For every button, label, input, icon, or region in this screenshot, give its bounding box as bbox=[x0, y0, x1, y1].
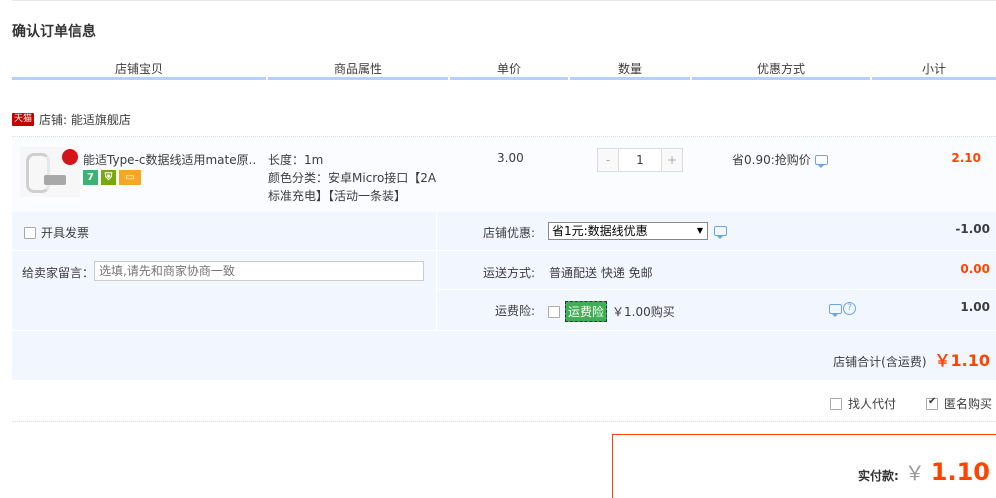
invoice-checkbox[interactable] bbox=[24, 226, 36, 239]
insurance-label: 运费险: bbox=[494, 304, 535, 318]
top-divider bbox=[12, 0, 996, 2]
chat-icon[interactable] bbox=[814, 154, 828, 168]
help-icon[interactable]: ? bbox=[843, 302, 856, 315]
item-title-link[interactable]: 能适Type-c数据线适用mate原... bbox=[83, 151, 255, 168]
item-subtotal: 2.10 bbox=[951, 151, 981, 165]
invoice-option[interactable]: 开具发票 bbox=[24, 224, 89, 241]
message-input[interactable] bbox=[94, 261, 424, 281]
credit-card-icon[interactable]: ▭ bbox=[119, 170, 141, 185]
guarantee-icon[interactable]: ⛨ bbox=[101, 170, 116, 185]
insurance-amount: 1.00 bbox=[960, 300, 990, 314]
column-header-quantity: 数量 bbox=[570, 58, 690, 80]
plug-image bbox=[44, 175, 66, 185]
store-total: 店铺合计(含运费) ￥1.10 bbox=[833, 347, 990, 371]
proxy-pay-option[interactable]: 找人代付 bbox=[829, 395, 896, 412]
column-header-props: 商品属性 bbox=[268, 58, 448, 80]
store-discount-row: 店铺优惠: 省1元:数据线优惠 ▼ -1.00 bbox=[437, 212, 996, 251]
prop-color-class: 颜色分类：安卓Micro接口【2A标准充电】【活动一条装】 bbox=[268, 171, 437, 203]
payment-amount: 1.10 bbox=[930, 458, 990, 486]
payment-box: 实付款: ￥ 1.10 bbox=[612, 434, 996, 498]
anonymous-checkbox[interactable] bbox=[925, 396, 938, 410]
shipping-label: 运送方式: bbox=[482, 266, 535, 280]
insurance-row: 运费险: 1.00 ? bbox=[437, 290, 996, 329]
column-header-item: 店铺宝贝 bbox=[12, 58, 266, 80]
proxy-pay-checkbox[interactable] bbox=[829, 397, 842, 410]
quantity-minus-button[interactable]: - bbox=[598, 149, 618, 171]
service-icons: 7 ⛨ ▭ bbox=[83, 170, 141, 185]
insurance-tag[interactable]: 运费险 bbox=[565, 301, 608, 322]
insurance-checkbox[interactable] bbox=[548, 305, 560, 318]
store-discount-label: 店铺优惠: bbox=[482, 226, 535, 240]
store-name[interactable]: 店铺: 能适旗舰店 bbox=[39, 111, 131, 128]
tmall-icon: 天猫 bbox=[12, 112, 35, 126]
options-right: 店铺优惠: 省1元:数据线优惠 ▼ -1.00 运送方式: 普通配送 快递 免邮… bbox=[436, 212, 996, 330]
message-label: 给卖家留言： bbox=[22, 266, 95, 280]
seven-day-return-icon[interactable]: 7 bbox=[83, 170, 98, 185]
store-discount-select[interactable]: 省1元:数据线优惠 ▼ bbox=[548, 222, 708, 240]
product-thumbnail[interactable] bbox=[20, 147, 80, 197]
quantity-plus-button[interactable]: + bbox=[662, 149, 682, 171]
prop-length: 长度：1m bbox=[268, 153, 324, 167]
item-props: 长度：1m 颜色分类：安卓Micro接口【2A标准充电】【活动一条装】 bbox=[268, 151, 448, 205]
quantity-input[interactable] bbox=[618, 149, 662, 171]
payment-label: 实付款: bbox=[857, 469, 899, 483]
unit-price: 3.00 bbox=[497, 151, 524, 165]
promo-text: 省0.90:抢购价 bbox=[732, 153, 811, 167]
store-total-label: 店铺合计(含运费) bbox=[833, 355, 927, 369]
anonymous-label: 匿名购买 bbox=[943, 397, 992, 411]
store-line: 天猫 店铺: 能适旗舰店 bbox=[12, 110, 131, 128]
anonymous-option[interactable]: 匿名购买 bbox=[925, 395, 992, 412]
column-header-promo: 优惠方式 bbox=[692, 58, 870, 80]
chat-icon[interactable] bbox=[714, 226, 727, 239]
item-row: 能适Type-c数据线适用mate原... 7 ⛨ ▭ 长度：1m 颜色分类：安… bbox=[12, 136, 996, 213]
extra-options: 找人代付 匿名购买 bbox=[12, 380, 996, 422]
store-discount-selected: 省1元:数据线优惠 bbox=[552, 224, 648, 238]
quantity-stepper: - + bbox=[597, 148, 683, 172]
shipping-amount: 0.00 bbox=[960, 262, 990, 276]
payment-summary: 实付款: ￥ 1.10 bbox=[858, 457, 990, 486]
page-title: 确认订单信息 bbox=[12, 24, 96, 40]
shipping-value: 普通配送 快递 免邮 bbox=[549, 266, 653, 280]
options-left: 开具发票 给卖家留言： bbox=[12, 212, 436, 330]
chat-icon[interactable] bbox=[829, 304, 842, 317]
column-headers: 店铺宝贝 商品属性 单价 数量 优惠方式 小计 bbox=[12, 58, 996, 84]
column-header-subtotal: 小计 bbox=[872, 58, 996, 80]
order-options: 开具发票 给卖家留言： 店铺优惠: 省1元:数据线优惠 ▼ -1.00 运送方式… bbox=[12, 212, 996, 380]
invoice-label: 开具发票 bbox=[41, 226, 90, 240]
shipping-row: 运送方式: 普通配送 快递 免邮 0.00 bbox=[437, 251, 996, 290]
store-total-amount: ￥1.10 bbox=[934, 351, 990, 370]
insurance-option: 运费险 ￥1.00购买 bbox=[548, 301, 675, 322]
column-header-price: 单价 bbox=[450, 58, 568, 80]
chevron-down-icon: ▼ bbox=[696, 226, 703, 235]
insurance-price: ￥1.00购买 bbox=[612, 305, 675, 319]
store-discount-amount: -1.00 bbox=[955, 222, 990, 236]
invoice-row: 开具发票 bbox=[12, 212, 436, 251]
promo-info: 省0.90:抢购价 bbox=[732, 151, 828, 168]
store-total-strip: 店铺合计(含运费) ￥1.10 bbox=[12, 330, 996, 380]
proxy-pay-label: 找人代付 bbox=[847, 397, 896, 411]
cable-image bbox=[26, 153, 50, 193]
payment-currency: ￥ bbox=[904, 461, 925, 485]
brand-logo-icon bbox=[62, 149, 78, 165]
